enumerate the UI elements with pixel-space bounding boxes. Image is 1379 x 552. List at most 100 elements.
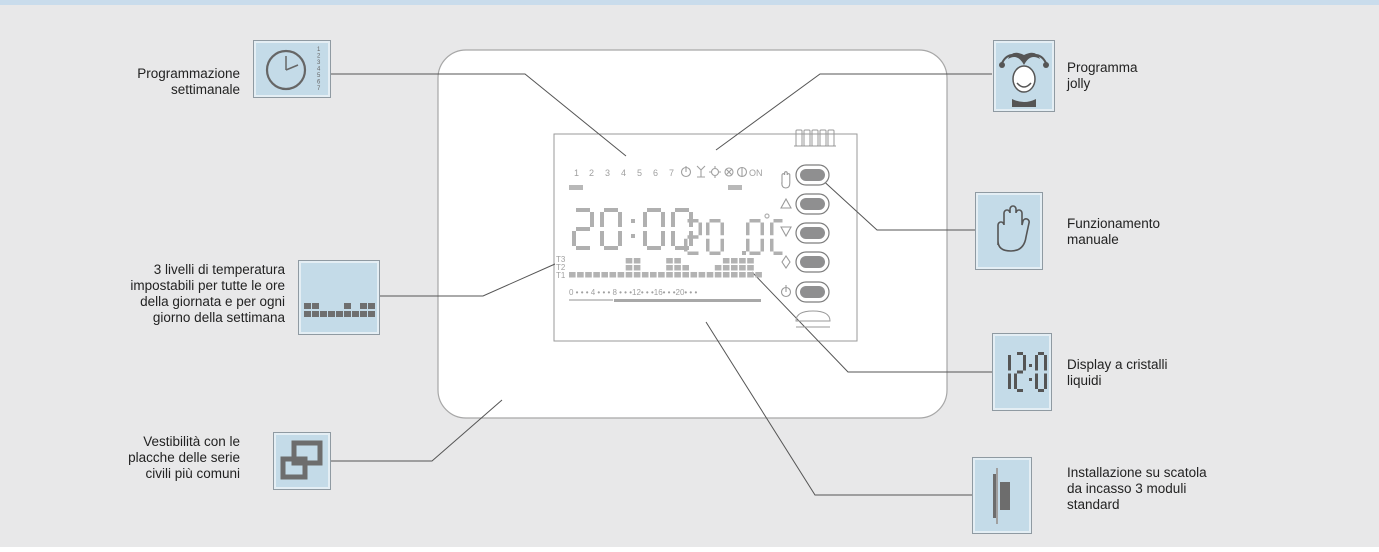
temp-unit-c-seg-d <box>773 251 783 255</box>
bar-hour-13-level-3 <box>674 258 681 264</box>
day-2: 2 <box>589 168 594 178</box>
bar-hour-21-level-1 <box>739 272 746 278</box>
temp-digit-2-seg-d <box>709 251 721 255</box>
bar-hour-20-level-3 <box>731 258 738 264</box>
icon-digit-2-seg-e <box>1014 373 1017 389</box>
mini-bar-0-2 <box>304 303 311 309</box>
mini-bar-1-2 <box>312 303 319 309</box>
bar-hour-7-level-1 <box>625 272 633 278</box>
time-digit-4-seg-f <box>671 212 675 227</box>
temp-digit-2-seg-e <box>706 238 710 252</box>
temp-digit-3-seg-e <box>746 238 750 252</box>
time-digit-3-seg-a <box>647 208 661 212</box>
bar-hour-8-level-2 <box>633 265 641 271</box>
icon-digit-0-seg-e <box>1035 373 1038 389</box>
time-digit-3-seg-f <box>643 212 647 227</box>
icon-digit-1-seg-b <box>1008 355 1011 371</box>
label-jolly-program: Programma jolly <box>1067 60 1138 91</box>
mini-bar-1-1 <box>312 311 319 317</box>
time-digit-3-seg-c <box>661 231 665 246</box>
icon-digit-0-seg-d <box>1038 389 1044 392</box>
hand-icon <box>997 205 1030 252</box>
weekly-day-digit-2: 2 <box>317 54 321 60</box>
temp-digit-1-seg-g <box>687 235 699 239</box>
bar-hour-18-level-2 <box>714 265 722 271</box>
bar-hour-1-level-1 <box>577 272 584 278</box>
icon-digit-0-seg-b <box>1044 355 1047 371</box>
time-digit-2-seg-f <box>600 212 604 227</box>
time-digit-2-seg-e <box>600 231 604 246</box>
day-4: 4 <box>621 168 626 178</box>
bar-hour-19-level-1 <box>722 272 730 278</box>
time-digit-1-seg-e <box>572 231 576 246</box>
temp-digit-2-seg-a <box>709 219 721 223</box>
clock-icon: 1234567 <box>265 47 321 92</box>
icon-colon-1 <box>1029 378 1032 381</box>
weekly-programming-box: 1234567 <box>253 40 331 98</box>
bar-hour-12-level-2 <box>666 265 673 271</box>
button-power <box>795 281 830 303</box>
bar-hour-21-level-3 <box>739 258 746 264</box>
bar-hour-23-level-1 <box>755 272 762 278</box>
clock-colon-top <box>631 219 635 223</box>
cover-plates-box <box>273 432 331 490</box>
icon-digit-2-seg-a <box>1017 352 1023 355</box>
mini-bar-8-1 <box>368 311 375 317</box>
bar-hour-20-level-1 <box>731 272 738 278</box>
icon-digit-1-seg-c <box>1008 373 1011 389</box>
time-digit-1-seg-b <box>590 212 594 227</box>
mini-bar-8-2 <box>368 303 375 309</box>
bar-hour-13-level-1 <box>674 272 681 278</box>
bar-hour-4-level-1 <box>601 272 608 278</box>
label-cover-plates: Vestibilità con le placche delle serie c… <box>128 434 240 481</box>
label-weekly-programming: Programmazione settimanale <box>137 66 240 97</box>
day-6: 6 <box>653 168 658 178</box>
temp-digit-3-seg-f <box>746 222 750 236</box>
mini-bar-6-1 <box>352 311 359 317</box>
bar-hour-13-level-2 <box>674 265 681 271</box>
temperature-levels-box <box>298 260 380 335</box>
lcd-display-box <box>992 333 1052 411</box>
bar-hour-12-level-3 <box>666 258 673 264</box>
temp-digit-2-seg-c <box>720 238 724 252</box>
bar-hour-3-level-1 <box>593 272 600 278</box>
bar-hour-7-level-3 <box>625 258 633 264</box>
icon-digit-0-seg-f <box>1035 355 1038 371</box>
level-t1: T1 <box>556 271 566 280</box>
bar-hour-21-level-2 <box>739 265 746 271</box>
temp-unit-c-seg-a <box>773 219 783 223</box>
bar-hour-17-level-1 <box>706 272 714 278</box>
day-1: 1 <box>574 168 579 178</box>
label-temperature-levels: 3 livelli di temperatura impostabili per… <box>130 262 285 325</box>
overlapping-frames-icon <box>280 440 323 480</box>
digital-digits-icon <box>1008 352 1047 392</box>
bar-hour-19-level-3 <box>722 258 730 264</box>
time-digit-4-seg-a <box>675 208 689 212</box>
weekly-day-digit-5: 5 <box>317 73 321 79</box>
button-down <box>795 222 830 244</box>
bar-hour-12-level-1 <box>666 272 673 278</box>
mini-bar-4-1 <box>336 311 343 317</box>
mini-bar-0-1 <box>304 311 311 317</box>
time-digit-2-seg-b <box>618 212 622 227</box>
temp-digit-1-seg-e <box>684 238 688 252</box>
temp-digit-3-seg-d <box>749 251 761 255</box>
weekly-day-digit-1: 1 <box>317 47 321 53</box>
day-5: 5 <box>637 168 642 178</box>
bar-hour-22-level-2 <box>747 265 754 271</box>
temp-unit-c-seg-e <box>770 238 774 252</box>
bar-hour-18-level-1 <box>714 272 722 278</box>
mode-on-label: ON <box>749 168 763 178</box>
bar-hour-14-level-2 <box>682 265 689 271</box>
decimal-point <box>742 251 746 255</box>
mini-bar-3-1 <box>328 311 335 317</box>
time-digit-2-seg-d <box>604 246 618 250</box>
time-digit-1-seg-d <box>576 246 590 250</box>
mini-bar-7-2 <box>360 303 367 309</box>
day-3: 3 <box>605 168 610 178</box>
temp-digit-2-seg-f <box>706 222 710 236</box>
icon-digit-2-seg-b <box>1023 355 1026 371</box>
time-digit-1-seg-a <box>576 208 590 212</box>
mini-bar-7-1 <box>360 311 367 317</box>
scale-bar-dark <box>614 299 761 302</box>
